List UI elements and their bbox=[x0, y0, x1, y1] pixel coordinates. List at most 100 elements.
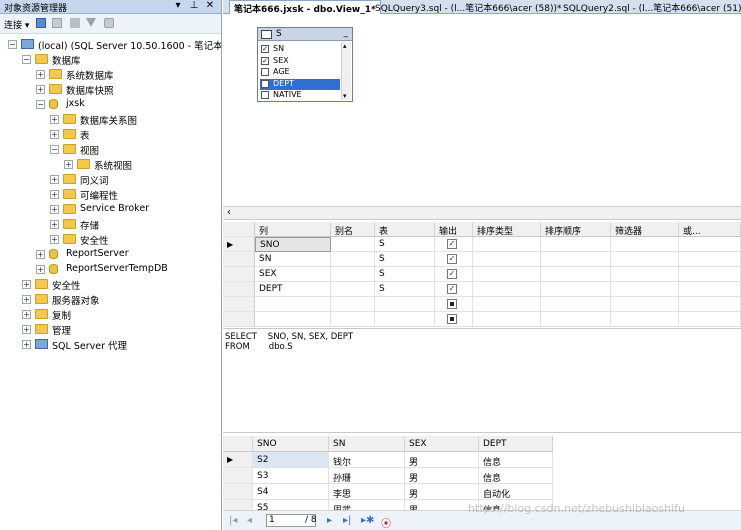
tab-view-designer[interactable]: 笔记本666.jxsk - dbo.View_1* bbox=[229, 0, 381, 15]
results-cell[interactable]: S2 bbox=[253, 452, 329, 468]
expand-icon[interactable]: + bbox=[50, 235, 59, 244]
criteria-cell[interactable] bbox=[473, 297, 541, 312]
cancel-edit-icon[interactable]: ⦿ bbox=[381, 515, 391, 530]
criteria-cell[interactable] bbox=[679, 297, 741, 312]
results-column-header[interactable]: SN bbox=[329, 436, 405, 452]
criteria-cell-alias[interactable] bbox=[331, 237, 375, 252]
criteria-row-header[interactable] bbox=[223, 282, 255, 297]
criteria-cell-table[interactable]: S bbox=[375, 282, 435, 297]
criteria-cell[interactable] bbox=[473, 282, 541, 297]
expand-icon[interactable]: + bbox=[36, 70, 45, 79]
column-checkbox[interactable]: ✓ bbox=[261, 79, 269, 88]
criteria-column-header[interactable]: 排序顺序 bbox=[541, 222, 611, 237]
expand-icon[interactable]: + bbox=[36, 85, 45, 94]
criteria-cell[interactable] bbox=[473, 267, 541, 282]
criteria-row-header[interactable]: ▶ bbox=[223, 237, 255, 252]
tree-node[interactable]: + 存储 bbox=[0, 217, 221, 232]
criteria-cell[interactable] bbox=[679, 237, 741, 252]
expand-icon[interactable]: + bbox=[22, 280, 31, 289]
expand-icon[interactable]: + bbox=[50, 220, 59, 229]
results-column-header[interactable]: DEPT bbox=[479, 436, 553, 452]
sql-pane[interactable]: SELECT SNO, SN, SEX, DEPT FROM dbo.S bbox=[223, 328, 741, 432]
criteria-cell[interactable] bbox=[611, 252, 679, 267]
criteria-column-header[interactable]: 列 bbox=[255, 222, 331, 237]
close-icon[interactable]: ✕ bbox=[204, 0, 216, 11]
criteria-cell-alias[interactable] bbox=[331, 297, 375, 312]
results-cell[interactable]: 信息 bbox=[479, 452, 553, 468]
new-record-icon[interactable]: ▸✱ bbox=[361, 515, 374, 526]
table-box-header[interactable]: S _ bbox=[258, 28, 352, 41]
minimize-icon[interactable]: _ bbox=[344, 28, 349, 38]
tab-sqlquery2[interactable]: SQLQuery2.sql - (l...笔记本666\acer (51)) bbox=[559, 0, 741, 14]
table-column-item[interactable]: ✓ SN bbox=[260, 44, 340, 55]
criteria-cell[interactable] bbox=[541, 297, 611, 312]
expand-icon[interactable]: + bbox=[22, 295, 31, 304]
pin-icon[interactable]: ⊥ bbox=[188, 0, 200, 11]
tree-node[interactable]: + Service Broker bbox=[0, 202, 221, 217]
criteria-cell[interactable] bbox=[473, 312, 541, 327]
dropdown-icon[interactable]: ▾ bbox=[172, 0, 184, 11]
output-checkbox[interactable] bbox=[447, 314, 457, 324]
results-cell[interactable]: 自动化 bbox=[479, 484, 553, 500]
tree-node[interactable]: + 可编程性 bbox=[0, 187, 221, 202]
column-checkbox[interactable] bbox=[261, 68, 269, 76]
criteria-cell[interactable] bbox=[473, 237, 541, 252]
results-cell[interactable]: S4 bbox=[253, 484, 329, 500]
expand-icon[interactable]: + bbox=[50, 175, 59, 184]
criteria-cell[interactable] bbox=[611, 297, 679, 312]
filter-icon[interactable] bbox=[86, 18, 96, 27]
table-s-box[interactable]: S _ ✓ SN ✓ SEX AGE ✓ DEPT NATIVE ▴ ▾ bbox=[257, 27, 353, 102]
results-cell[interactable]: 钱尔 bbox=[329, 452, 405, 468]
table-column-item[interactable]: ✓ SEX bbox=[260, 56, 340, 67]
scroll-down-icon[interactable]: ▾ bbox=[343, 92, 347, 100]
tree-node[interactable]: + 管理 bbox=[0, 322, 221, 337]
criteria-cell-table[interactable]: S bbox=[375, 267, 435, 282]
tree-node[interactable]: + 同义词 bbox=[0, 172, 221, 187]
column-checkbox[interactable]: ✓ bbox=[261, 45, 269, 53]
tree-node[interactable]: + 数据库关系图 bbox=[0, 112, 221, 127]
criteria-cell[interactable] bbox=[541, 282, 611, 297]
tree-node[interactable]: + 安全性 bbox=[0, 232, 221, 247]
first-record-icon[interactable]: |◂ bbox=[229, 515, 237, 526]
results-cell[interactable]: 孙珊 bbox=[329, 468, 405, 484]
criteria-cell[interactable] bbox=[611, 237, 679, 252]
next-record-icon[interactable]: ▸ bbox=[327, 515, 332, 526]
criteria-cell[interactable] bbox=[473, 252, 541, 267]
table-column-item[interactable]: NATIVE bbox=[260, 90, 340, 101]
criteria-cell[interactable] bbox=[541, 237, 611, 252]
results-column-header[interactable]: SNO bbox=[253, 436, 329, 452]
results-row-header[interactable] bbox=[223, 484, 253, 500]
expand-icon[interactable]: + bbox=[22, 340, 31, 349]
criteria-cell-column[interactable] bbox=[255, 312, 331, 327]
criteria-cell-alias[interactable] bbox=[331, 267, 375, 282]
criteria-cell[interactable] bbox=[611, 312, 679, 327]
output-checkbox[interactable]: ✓ bbox=[447, 239, 457, 249]
table-column-item[interactable]: AGE bbox=[260, 67, 340, 78]
expand-icon[interactable]: + bbox=[36, 265, 45, 274]
results-row-header[interactable]: ▶ bbox=[223, 452, 253, 468]
results-column-header[interactable]: SEX bbox=[405, 436, 479, 452]
previous-record-icon[interactable]: ◂ bbox=[247, 515, 252, 526]
tree-node[interactable]: − 视图 bbox=[0, 142, 221, 157]
tree-node[interactable]: + 安全性 bbox=[0, 277, 221, 292]
expand-icon[interactable]: + bbox=[22, 325, 31, 334]
expand-icon[interactable]: + bbox=[50, 205, 59, 214]
criteria-cell-column[interactable]: SN bbox=[255, 252, 331, 267]
expand-icon[interactable]: + bbox=[50, 115, 59, 124]
criteria-cell-table[interactable]: S bbox=[375, 237, 435, 252]
criteria-column-header[interactable]: 别名 bbox=[331, 222, 375, 237]
column-checkbox[interactable] bbox=[261, 91, 269, 99]
criteria-cell[interactable] bbox=[541, 252, 611, 267]
collapse-icon[interactable]: − bbox=[8, 40, 17, 49]
tree-node[interactable]: + 表 bbox=[0, 127, 221, 142]
output-checkbox[interactable]: ✓ bbox=[447, 284, 457, 294]
tree-node[interactable]: − jxsk bbox=[0, 97, 221, 112]
criteria-cell[interactable] bbox=[611, 267, 679, 282]
tab-sqlquery3[interactable]: SQLQuery3.sql - (l...笔记本666\acer (58))* bbox=[371, 0, 565, 14]
results-row-header[interactable] bbox=[223, 468, 253, 484]
criteria-cell-alias[interactable] bbox=[331, 282, 375, 297]
stop-icon[interactable] bbox=[70, 18, 80, 28]
results-cell[interactable]: 男 bbox=[405, 484, 479, 500]
results-cell[interactable]: 男 bbox=[405, 468, 479, 484]
criteria-row-header[interactable] bbox=[223, 252, 255, 267]
